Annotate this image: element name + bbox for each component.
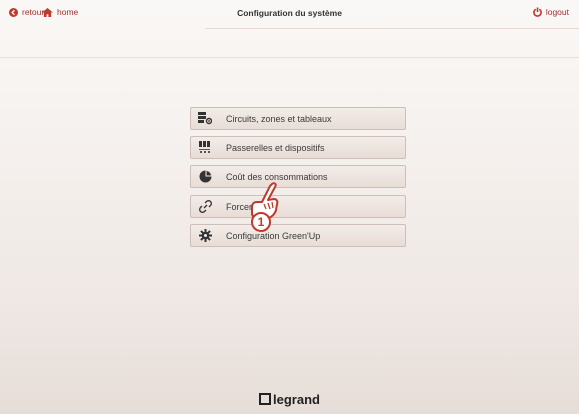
header-divider xyxy=(205,28,579,29)
top-bar: retour home Configuration du système log… xyxy=(0,0,579,28)
menu-item-label: Passerelles et dispositifs xyxy=(226,142,325,153)
menu-item-force-link[interactable]: Forcer/Relier xyxy=(190,195,406,218)
callout-number-badge: 1 xyxy=(251,212,271,232)
menu-item-label: Circuits, zones et tableaux xyxy=(226,113,332,124)
menu-item-gateways[interactable]: Passerelles et dispositifs xyxy=(190,136,406,159)
menu-item-greenup-config[interactable]: Configuration Green'Up xyxy=(190,224,406,247)
logout-button[interactable]: logout xyxy=(532,7,569,17)
page-title: Configuration du système xyxy=(237,8,342,18)
pie-chart-icon xyxy=(198,170,212,184)
menu-item-label: Coût des consommations xyxy=(226,171,328,182)
brand-name: legrand xyxy=(273,392,320,407)
logo-square-icon xyxy=(259,393,272,405)
section-divider xyxy=(0,57,579,58)
link-icon xyxy=(198,200,212,214)
devices-icon xyxy=(198,141,212,155)
menu-item-consumption-cost[interactable]: Coût des consommations xyxy=(190,165,406,188)
logout-label: logout xyxy=(545,7,569,17)
brand-logo: legrand xyxy=(0,392,579,407)
circuits-icon xyxy=(198,112,212,126)
gear-icon xyxy=(198,229,212,243)
power-icon xyxy=(532,7,542,17)
tutorial-callout: 1 xyxy=(248,182,279,234)
menu-item-circuits[interactable]: Circuits, zones et tableaux xyxy=(190,107,406,130)
